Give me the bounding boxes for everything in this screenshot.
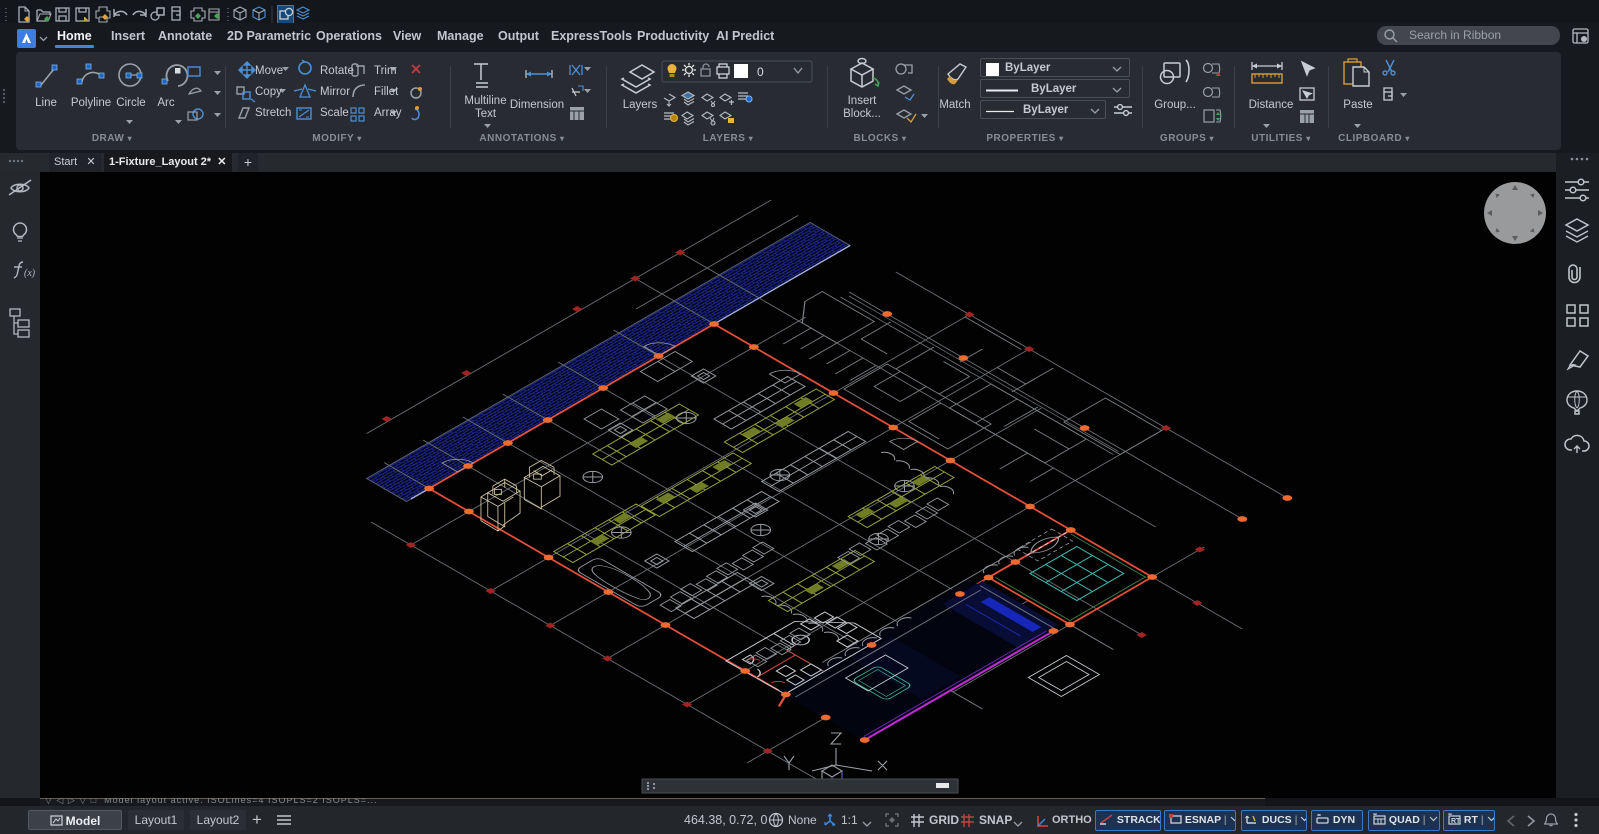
svg-text:RT: RT [1451,818,1461,825]
svg-text:(x): (x) [24,268,36,279]
svg-text:0: 0 [757,65,764,79]
